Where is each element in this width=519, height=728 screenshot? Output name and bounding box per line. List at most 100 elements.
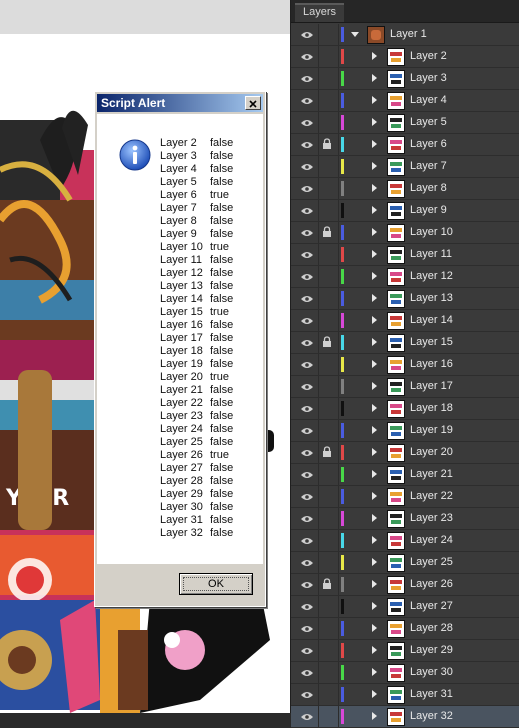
layer-row[interactable]: Layer 18 [291,398,519,420]
layer-row[interactable]: Layer 10 [291,222,519,244]
layer-row[interactable]: Layer 13 [291,288,519,310]
layer-row[interactable]: Layer 11 [291,244,519,266]
triangle-right-icon[interactable] [372,338,377,346]
layer-row[interactable]: Layer 16 [291,354,519,376]
lock-toggle[interactable] [322,28,332,40]
eye-icon[interactable] [301,624,313,632]
triangle-right-icon[interactable] [372,294,377,302]
lock-icon[interactable] [322,226,332,238]
lock-toggle[interactable] [322,556,332,568]
eye-icon[interactable] [301,404,313,412]
lock-toggle[interactable] [322,622,332,634]
eye-icon[interactable] [301,536,313,544]
eye-icon[interactable] [301,712,313,720]
dialog-title-bar[interactable]: Script Alert [97,94,263,112]
lock-toggle[interactable] [322,182,332,194]
eye-icon[interactable] [301,74,313,82]
eye-icon[interactable] [301,118,313,126]
layer-row[interactable]: Layer 30 [291,662,519,684]
layer-row[interactable]: Layer 6 [291,134,519,156]
layer-row-parent[interactable]: Layer 1 [291,24,519,46]
triangle-right-icon[interactable] [372,360,377,368]
triangle-right-icon[interactable] [372,580,377,588]
eye-icon[interactable] [301,30,313,38]
eye-icon[interactable] [301,272,313,280]
eye-icon[interactable] [301,294,313,302]
eye-icon[interactable] [301,228,313,236]
lock-icon[interactable] [322,138,332,150]
lock-icon[interactable] [322,446,332,458]
triangle-right-icon[interactable] [372,558,377,566]
lock-toggle[interactable] [322,402,332,414]
triangle-right-icon[interactable] [372,470,377,478]
layer-row[interactable]: Layer 22 [291,486,519,508]
lock-toggle[interactable] [322,600,332,612]
triangle-right-icon[interactable] [372,602,377,610]
eye-icon[interactable] [301,690,313,698]
layer-row[interactable]: Layer 29 [291,640,519,662]
layer-row[interactable]: Layer 24 [291,530,519,552]
layer-row[interactable]: Layer 3 [291,68,519,90]
triangle-right-icon[interactable] [372,668,377,676]
eye-icon[interactable] [301,338,313,346]
lock-toggle[interactable] [322,50,332,62]
layer-row[interactable]: Layer 21 [291,464,519,486]
lock-toggle[interactable] [322,116,332,128]
tab-layers[interactable]: Layers [295,3,345,22]
triangle-right-icon[interactable] [372,448,377,456]
lock-toggle[interactable] [322,160,332,172]
triangle-down-icon[interactable] [351,32,359,37]
layer-row[interactable]: Layer 15 [291,332,519,354]
layer-row[interactable]: Layer 14 [291,310,519,332]
layer-row[interactable]: Layer 17 [291,376,519,398]
triangle-right-icon[interactable] [372,96,377,104]
layer-row[interactable]: Layer 9 [291,200,519,222]
triangle-right-icon[interactable] [372,162,377,170]
eye-icon[interactable] [301,96,313,104]
ok-button[interactable]: OK [179,573,253,595]
eye-icon[interactable] [301,426,313,434]
lock-icon[interactable] [322,578,332,590]
eye-icon[interactable] [301,514,313,522]
eye-icon[interactable] [301,360,313,368]
eye-icon[interactable] [301,668,313,676]
eye-icon[interactable] [301,558,313,566]
eye-icon[interactable] [301,602,313,610]
lock-toggle[interactable] [322,424,332,436]
layer-row[interactable]: Layer 31 [291,684,519,706]
layer-row[interactable]: Layer 8 [291,178,519,200]
layer-row[interactable]: Layer 32 [291,706,519,728]
lock-toggle[interactable] [322,710,332,722]
lock-toggle[interactable] [322,72,332,84]
layer-row[interactable]: Layer 7 [291,156,519,178]
layer-row[interactable]: Layer 4 [291,90,519,112]
lock-toggle[interactable] [322,468,332,480]
layer-row[interactable]: Layer 27 [291,596,519,618]
eye-icon[interactable] [301,470,313,478]
lock-toggle[interactable] [322,94,332,106]
layer-row[interactable]: Layer 28 [291,618,519,640]
eye-icon[interactable] [301,206,313,214]
layer-row[interactable]: Layer 20 [291,442,519,464]
triangle-right-icon[interactable] [372,118,377,126]
triangle-right-icon[interactable] [372,536,377,544]
triangle-right-icon[interactable] [372,272,377,280]
lock-toggle[interactable] [322,512,332,524]
lock-toggle[interactable] [322,534,332,546]
layer-row[interactable]: Layer 26 [291,574,519,596]
eye-icon[interactable] [301,448,313,456]
triangle-right-icon[interactable] [372,74,377,82]
layer-row[interactable]: Layer 25 [291,552,519,574]
triangle-right-icon[interactable] [372,690,377,698]
triangle-right-icon[interactable] [372,646,377,654]
eye-icon[interactable] [301,580,313,588]
lock-toggle[interactable] [322,292,332,304]
eye-icon[interactable] [301,492,313,500]
triangle-right-icon[interactable] [372,250,377,258]
close-icon[interactable] [245,96,261,110]
lock-toggle[interactable] [322,358,332,370]
layer-row[interactable]: Layer 23 [291,508,519,530]
triangle-right-icon[interactable] [372,404,377,412]
lock-toggle[interactable] [322,314,332,326]
triangle-right-icon[interactable] [372,228,377,236]
